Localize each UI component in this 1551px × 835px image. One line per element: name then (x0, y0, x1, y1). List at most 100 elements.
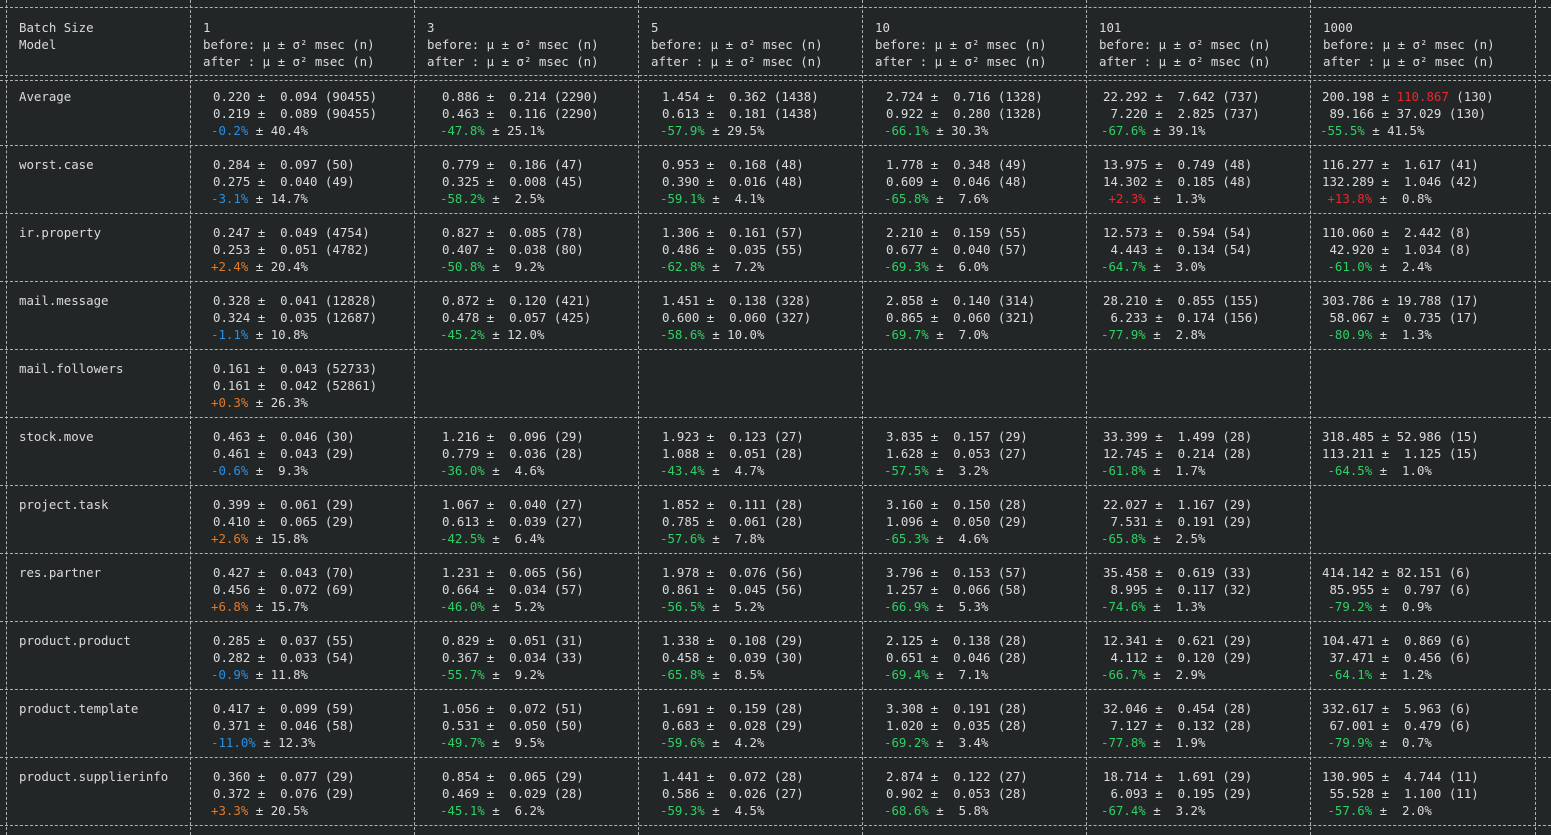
after-value: 1.096 ± 0.050 (29) (886, 514, 1028, 529)
model-name: project.task (19, 497, 109, 512)
delta-value: -69.2% ± 3.4% (884, 734, 988, 751)
delta-percent: -59.6% (660, 735, 705, 750)
delta-percent: -57.6% (1320, 803, 1373, 818)
delta-value: +13.8% ± 0.8% (1320, 190, 1431, 207)
delta-value: -59.1% ± 4.1% (660, 190, 764, 207)
delta-spread: ± 5.3% (928, 599, 989, 614)
after-value: 14.302 ± 0.185 (48) (1103, 174, 1253, 189)
delta-percent: -64.7% (1101, 259, 1146, 274)
delta-spread: ± 2.5% (1145, 531, 1206, 546)
delta-percent: -0.2% (211, 123, 249, 138)
before-value: 1.454 ± 0.362 (1438) (662, 89, 819, 104)
delta-percent: -62.8% (660, 259, 705, 274)
delta-value: -64.1% ± 1.2% (1320, 666, 1431, 683)
delta-spread: ± 14.7% (248, 191, 308, 206)
delta-percent: -58.6% (660, 327, 705, 342)
delta-spread: ± 5.2% (704, 599, 765, 614)
delta-value: -65.8% ± 7.6% (884, 190, 988, 207)
delta-percent: -45.2% (440, 327, 485, 342)
after-value: 0.902 ± 0.053 (28) (886, 786, 1028, 801)
before-value: 0.827 ± 0.085 (78) (442, 225, 584, 240)
model-name: res.partner (19, 565, 102, 580)
delta-value: +0.3% ± 26.3% (211, 394, 308, 411)
row-separator (0, 757, 1551, 760)
delta-percent: -57.6% (660, 531, 705, 546)
table-row: mail.followers 0.161 ± 0.043 (52733) 0.161… (0, 360, 1551, 411)
after-value: 0.586 ± 0.026 (27) (662, 786, 804, 801)
header-batch-size-label: Batch Size (19, 20, 94, 35)
delta-spread: ± 2.5% (484, 191, 545, 206)
delta-value: -77.9% ± 2.8% (1101, 326, 1205, 343)
delta-percent: -55.7% (440, 667, 485, 682)
delta-value: -65.3% ± 4.6% (884, 530, 988, 547)
delta-value: -65.8% ± 8.5% (660, 666, 764, 683)
delta-value: -45.1% ± 6.2% (440, 802, 544, 819)
delta-spread: ± 39.1% (1145, 123, 1206, 138)
delta-percent: -77.8% (1101, 735, 1146, 750)
before-value: 1.451 ± 0.138 (328) (662, 293, 812, 308)
after-value: 37.471 ± 0.456 (6) (1322, 650, 1472, 665)
after-value: 0.410 ± 0.065 (29) (213, 514, 355, 529)
before-value: 414.142 ± 82.151 (6) (1322, 565, 1472, 580)
before-value: 0.360 ± 0.077 (29) (213, 769, 355, 784)
before-value: 0.284 ± 0.097 (50) (213, 157, 355, 172)
delta-value: +2.4% ± 20.4% (211, 258, 308, 275)
before-value: 35.458 ± 0.619 (33) (1103, 565, 1253, 580)
before-value: 1.216 ± 0.096 (29) (442, 429, 584, 444)
before-value: 3.796 ± 0.153 (57) (886, 565, 1028, 580)
before-value: 200.198 ± 110.867 (130) (1322, 88, 1494, 105)
before-value: 18.714 ± 1.691 (29) (1103, 769, 1253, 784)
delta-spread: ± 2.9% (1145, 667, 1206, 682)
delta-spread: ± 1.3% (1372, 327, 1432, 342)
after-value: 67.001 ± 0.479 (6) (1322, 718, 1472, 733)
before-value: 0.399 ± 0.061 (29) (213, 497, 355, 512)
delta-percent: +0.3% (211, 395, 249, 410)
after-value: 6.093 ± 0.195 (29) (1103, 786, 1253, 801)
delta-spread: ± 2.8% (1145, 327, 1206, 342)
model-name: mail.followers (19, 361, 124, 376)
delta-value: -64.5% ± 1.0% (1320, 462, 1431, 479)
after-value: 0.282 ± 0.033 (54) (213, 650, 355, 665)
delta-value: -61.8% ± 1.7% (1101, 462, 1205, 479)
row-separator (0, 349, 1551, 352)
after-value: 7.531 ± 0.191 (29) (1103, 514, 1253, 529)
delta-value: +6.8% ± 15.7% (211, 598, 308, 615)
terminal-output: Batch Size Model 1 before: μ ± σ² msec (n) a… (0, 0, 1551, 835)
delta-spread: ± 4.6% (484, 463, 545, 478)
table-row: product.product 0.285 ± 0.037 (55) 0.282 ±… (0, 632, 1551, 683)
delta-value: -66.1% ± 30.3% (884, 122, 988, 139)
before-value: 3.160 ± 0.150 (28) (886, 497, 1028, 512)
header-before-label: before: μ ± σ² msec (n) (1099, 37, 1271, 52)
delta-value: -59.3% ± 4.5% (660, 802, 764, 819)
after-value: 0.861 ± 0.045 (56) (662, 582, 804, 597)
header-batch-size-101: 101 (1099, 20, 1122, 35)
delta-spread: ± 15.7% (248, 599, 308, 614)
header-before-label: before: μ ± σ² msec (n) (427, 37, 599, 52)
delta-percent: -3.1% (211, 191, 249, 206)
delta-value: -68.6% ± 5.8% (884, 802, 988, 819)
delta-value: -57.6% ± 2.0% (1320, 802, 1431, 819)
delta-value: -66.7% ± 2.9% (1101, 666, 1205, 683)
before-value: 33.399 ± 1.499 (28) (1103, 429, 1253, 444)
delta-spread: ± 1.3% (1145, 191, 1206, 206)
delta-spread: ± 9.5% (484, 735, 545, 750)
header-after-label: after : μ ± σ² msec (n) (203, 54, 375, 69)
before-value: 110.060 ± 2.442 (8) (1322, 225, 1472, 240)
top-separator (0, 7, 1551, 10)
before-value: 2.858 ± 0.140 (314) (886, 293, 1036, 308)
delta-value: -0.9% ± 11.8% (211, 666, 308, 683)
delta-value: -50.8% ± 9.2% (440, 258, 544, 275)
before-value: 0.872 ± 0.120 (421) (442, 293, 592, 308)
before-variance-highlight: 110.867 (1396, 89, 1449, 104)
delta-spread: ± 6.2% (484, 803, 545, 818)
table-row: project.task 0.399 ± 0.061 (29) 0.410 ± 0.… (0, 496, 1551, 547)
delta-percent: -69.2% (884, 735, 929, 750)
after-value: 7.220 ± 2.825 (737) (1103, 106, 1260, 121)
before-value: 3.308 ± 0.191 (28) (886, 701, 1028, 716)
delta-spread: ± 5.2% (484, 599, 545, 614)
after-value: 6.233 ± 0.174 (156) (1103, 310, 1260, 325)
delta-percent: -64.1% (1320, 667, 1373, 682)
model-name: Average (19, 89, 72, 104)
delta-spread: ± 7.0% (928, 327, 989, 342)
header-after-label: after : μ ± σ² msec (n) (427, 54, 599, 69)
